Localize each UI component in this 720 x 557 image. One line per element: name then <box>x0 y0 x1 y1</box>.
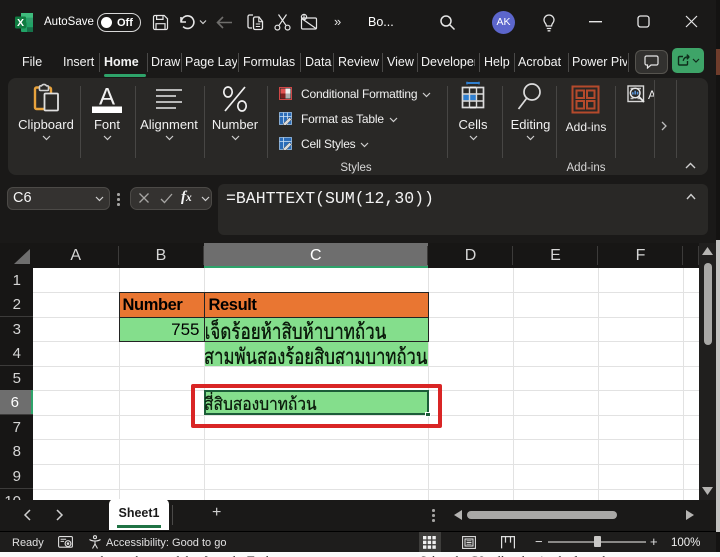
svg-text:X: X <box>17 17 24 29</box>
svg-text:A: A <box>99 84 115 111</box>
